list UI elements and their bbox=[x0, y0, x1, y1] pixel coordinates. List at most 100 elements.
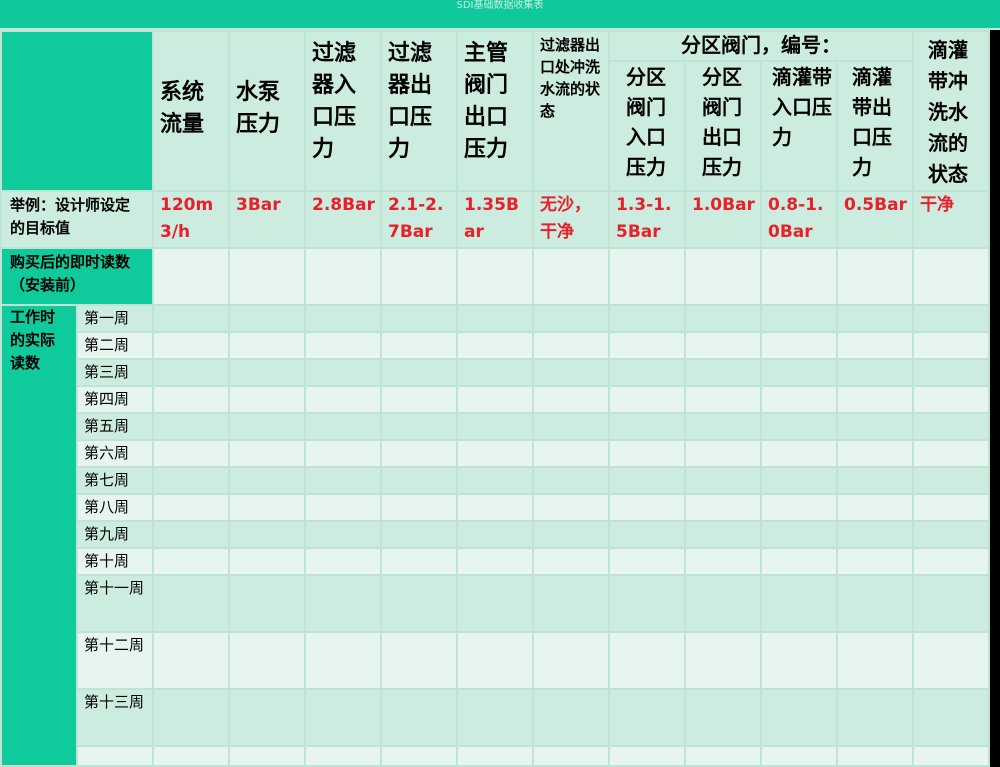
reading-cell[interactable] bbox=[380, 385, 458, 414]
reading-cell[interactable] bbox=[912, 547, 990, 576]
reading-cell[interactable] bbox=[228, 745, 306, 767]
reading-cell[interactable] bbox=[760, 385, 838, 414]
reading-cell[interactable] bbox=[304, 631, 382, 690]
reading-cell[interactable] bbox=[304, 493, 382, 522]
reading-cell[interactable] bbox=[456, 439, 534, 468]
reading-cell[interactable] bbox=[912, 493, 990, 522]
reading-cell[interactable] bbox=[684, 520, 762, 549]
reading-cell[interactable] bbox=[152, 631, 230, 690]
reading-cell[interactable] bbox=[456, 688, 534, 747]
purchase-cell[interactable] bbox=[152, 247, 230, 306]
reading-cell[interactable] bbox=[836, 745, 914, 767]
reading-cell[interactable] bbox=[532, 520, 610, 549]
purchase-cell[interactable] bbox=[836, 247, 914, 306]
reading-cell[interactable] bbox=[912, 439, 990, 468]
reading-cell[interactable] bbox=[304, 385, 382, 414]
reading-cell[interactable] bbox=[456, 385, 534, 414]
reading-cell[interactable] bbox=[456, 493, 534, 522]
reading-cell[interactable] bbox=[608, 358, 686, 387]
reading-cell[interactable] bbox=[912, 358, 990, 387]
reading-cell[interactable] bbox=[684, 466, 762, 495]
reading-cell[interactable] bbox=[684, 385, 762, 414]
reading-cell[interactable] bbox=[152, 745, 230, 767]
reading-cell[interactable] bbox=[608, 745, 686, 767]
reading-cell[interactable] bbox=[684, 439, 762, 468]
reading-cell[interactable] bbox=[380, 331, 458, 360]
reading-cell[interactable] bbox=[684, 547, 762, 576]
reading-cell[interactable] bbox=[684, 412, 762, 441]
purchase-cell[interactable] bbox=[532, 247, 610, 306]
reading-cell[interactable] bbox=[836, 358, 914, 387]
reading-cell[interactable] bbox=[304, 745, 382, 767]
reading-cell[interactable] bbox=[836, 439, 914, 468]
reading-cell[interactable] bbox=[608, 331, 686, 360]
reading-cell[interactable] bbox=[836, 304, 914, 333]
reading-cell[interactable] bbox=[532, 466, 610, 495]
reading-cell[interactable] bbox=[608, 547, 686, 576]
reading-cell[interactable] bbox=[380, 466, 458, 495]
reading-cell[interactable] bbox=[532, 331, 610, 360]
reading-cell[interactable] bbox=[456, 547, 534, 576]
purchase-cell[interactable] bbox=[760, 247, 838, 306]
reading-cell[interactable] bbox=[912, 574, 990, 633]
reading-cell[interactable] bbox=[608, 385, 686, 414]
reading-cell[interactable] bbox=[532, 358, 610, 387]
reading-cell[interactable] bbox=[380, 574, 458, 633]
reading-cell[interactable] bbox=[836, 466, 914, 495]
reading-cell[interactable] bbox=[228, 631, 306, 690]
reading-cell[interactable] bbox=[760, 493, 838, 522]
reading-cell[interactable] bbox=[532, 493, 610, 522]
reading-cell[interactable] bbox=[304, 574, 382, 633]
reading-cell[interactable] bbox=[304, 331, 382, 360]
reading-cell[interactable] bbox=[304, 412, 382, 441]
reading-cell[interactable] bbox=[380, 358, 458, 387]
reading-cell[interactable] bbox=[228, 304, 306, 333]
purchase-cell[interactable] bbox=[456, 247, 534, 306]
reading-cell[interactable] bbox=[760, 688, 838, 747]
reading-cell[interactable] bbox=[228, 466, 306, 495]
reading-cell[interactable] bbox=[912, 745, 990, 767]
reading-cell[interactable] bbox=[456, 331, 534, 360]
reading-cell[interactable] bbox=[456, 304, 534, 333]
reading-cell[interactable] bbox=[304, 466, 382, 495]
reading-cell[interactable] bbox=[380, 412, 458, 441]
reading-cell[interactable] bbox=[760, 745, 838, 767]
reading-cell[interactable] bbox=[380, 688, 458, 747]
reading-cell[interactable] bbox=[380, 631, 458, 690]
purchase-cell[interactable] bbox=[608, 247, 686, 306]
reading-cell[interactable] bbox=[532, 385, 610, 414]
reading-cell[interactable] bbox=[456, 412, 534, 441]
reading-cell[interactable] bbox=[608, 466, 686, 495]
reading-cell[interactable] bbox=[608, 412, 686, 441]
reading-cell[interactable] bbox=[228, 385, 306, 414]
reading-cell[interactable] bbox=[380, 520, 458, 549]
reading-cell[interactable] bbox=[152, 385, 230, 414]
reading-cell[interactable] bbox=[912, 688, 990, 747]
reading-cell[interactable] bbox=[836, 493, 914, 522]
purchase-cell[interactable] bbox=[684, 247, 762, 306]
reading-cell[interactable] bbox=[380, 439, 458, 468]
reading-cell[interactable] bbox=[760, 331, 838, 360]
reading-cell[interactable] bbox=[836, 412, 914, 441]
reading-cell[interactable] bbox=[228, 520, 306, 549]
reading-cell[interactable] bbox=[760, 439, 838, 468]
reading-cell[interactable] bbox=[532, 412, 610, 441]
reading-cell[interactable] bbox=[684, 331, 762, 360]
reading-cell[interactable] bbox=[684, 304, 762, 333]
reading-cell[interactable] bbox=[304, 439, 382, 468]
reading-cell[interactable] bbox=[912, 520, 990, 549]
reading-cell[interactable] bbox=[152, 493, 230, 522]
reading-cell[interactable] bbox=[228, 547, 306, 576]
reading-cell[interactable] bbox=[684, 745, 762, 767]
reading-cell[interactable] bbox=[152, 574, 230, 633]
reading-cell[interactable] bbox=[304, 688, 382, 747]
reading-cell[interactable] bbox=[152, 304, 230, 333]
reading-cell[interactable] bbox=[152, 688, 230, 747]
reading-cell[interactable] bbox=[760, 547, 838, 576]
reading-cell[interactable] bbox=[684, 631, 762, 690]
reading-cell[interactable] bbox=[304, 304, 382, 333]
reading-cell[interactable] bbox=[608, 439, 686, 468]
reading-cell[interactable] bbox=[228, 574, 306, 633]
reading-cell[interactable] bbox=[684, 688, 762, 747]
reading-cell[interactable] bbox=[152, 547, 230, 576]
